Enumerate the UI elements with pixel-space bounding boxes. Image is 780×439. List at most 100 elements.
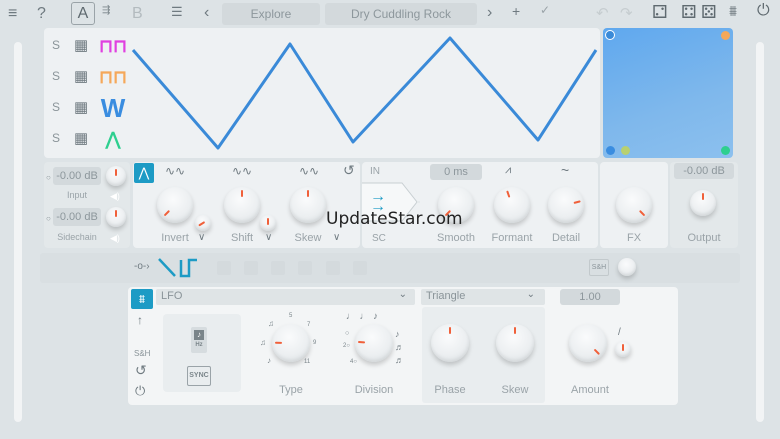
xy-handle-blue[interactable]: [605, 30, 615, 40]
preset-a-button[interactable]: A: [71, 2, 95, 25]
knob-indicator: [307, 187, 309, 205]
invert-dropdown-icon[interactable]: ∨: [198, 232, 205, 243]
right-slider[interactable]: [756, 42, 764, 422]
save-preset-icon[interactable]: +: [512, 3, 520, 19]
speaker-icon[interactable]: ◀): [110, 191, 120, 202]
confirm-preset-icon[interactable]: ✓: [540, 3, 550, 17]
lfo-sh-label[interactable]: S&H: [134, 349, 150, 358]
sync-button[interactable]: SYNC: [187, 366, 211, 386]
xy-handle-yellow[interactable]: [621, 146, 630, 155]
formant-knob[interactable]: [494, 187, 530, 223]
xy-handle-orange[interactable]: [721, 31, 730, 40]
shape-dropdown[interactable]: Triangle ⌄: [421, 289, 545, 305]
sync-mode-panel: ♪ Hz SYNC: [163, 314, 241, 392]
reset-icon[interactable]: ↺: [343, 162, 355, 179]
hz-toggle[interactable]: ♪ Hz: [191, 327, 207, 353]
amount-knob[interactable]: [569, 324, 607, 362]
next-preset-button[interactable]: ›: [487, 4, 492, 22]
invert-mini-knob[interactable]: [195, 215, 211, 231]
skew-knob[interactable]: [290, 187, 326, 223]
undo-icon[interactable]: ↶: [596, 4, 609, 22]
lfo-source-dropdown[interactable]: LFO ⌄: [156, 289, 415, 305]
input-gain-knob[interactable]: [106, 166, 126, 186]
shift-mini-knob[interactable]: [260, 215, 276, 231]
dice-four-icon[interactable]: ⚃: [681, 2, 697, 23]
phase-knob[interactable]: [431, 324, 469, 362]
category-selector[interactable]: Explore: [222, 3, 320, 25]
mod-depth-knob[interactable]: [618, 258, 636, 276]
preset-b-button[interactable]: B: [132, 5, 143, 23]
xy-handle-blue-2[interactable]: [606, 146, 615, 155]
knob-indicator: [196, 222, 204, 228]
sidechain-speaker-icon[interactable]: ◀): [110, 233, 120, 244]
fx-label: FX: [626, 232, 642, 244]
knob-indicator: [622, 341, 624, 351]
sidechain-label: Sidechain: [57, 232, 97, 242]
amount-label: Amount: [571, 384, 609, 396]
amount-value[interactable]: 1.00: [560, 289, 620, 305]
mod-slot-1[interactable]: [217, 261, 231, 275]
knob-indicator: [267, 215, 269, 225]
mod-slot-6[interactable]: [353, 261, 367, 275]
mod-connect-icon[interactable]: -o-›: [134, 261, 150, 272]
up-arrow-icon[interactable]: ↑: [137, 313, 143, 327]
mod-slot-4[interactable]: [298, 261, 312, 275]
mod-slot-5[interactable]: [326, 261, 340, 275]
power-icon[interactable]: ⏻: [757, 2, 770, 20]
shift-knob[interactable]: [224, 187, 260, 223]
knob-indicator: [514, 324, 516, 343]
input-gain-field[interactable]: -0.00 dB: [53, 167, 101, 185]
mod-slot-3[interactable]: [271, 261, 285, 275]
dice-icon[interactable]: ⚁: [652, 2, 668, 23]
lfo-power-icon[interactable]: ⏻: [135, 383, 145, 399]
detail-knob[interactable]: [548, 187, 584, 223]
whole-note-icon: ○: [345, 330, 350, 337]
waveform-display[interactable]: [44, 28, 600, 158]
mod-shapes-icon[interactable]: [157, 256, 209, 280]
knob-indicator: [505, 188, 513, 206]
preset-list-icon[interactable]: ☰: [171, 4, 183, 20]
redo-icon[interactable]: ↷: [620, 4, 633, 22]
help-button[interactable]: ?: [37, 5, 46, 23]
waveform-line: [131, 36, 598, 150]
lfo-routing-icon[interactable]: ⩩: [131, 289, 153, 309]
left-slider[interactable]: [14, 42, 22, 422]
knob-indicator: [633, 204, 647, 218]
output-gain-field[interactable]: -0.00 dB: [674, 163, 734, 179]
invert-knob[interactable]: [157, 187, 193, 223]
amount-mini-knob[interactable]: [615, 341, 631, 357]
type-tick-9: 9: [313, 340, 317, 346]
eighth-note-icon: ♪: [267, 356, 271, 365]
in-label[interactable]: IN: [370, 166, 380, 177]
prev-preset-button[interactable]: ‹: [204, 4, 209, 22]
xy-pad[interactable]: [603, 28, 733, 158]
knob-indicator: [449, 324, 451, 343]
amount-curve-icon: /: [618, 327, 621, 338]
type-tick-5: 5: [289, 313, 293, 319]
lfo-skew-knob[interactable]: [496, 324, 534, 362]
eighth-notes-icon: ♫: [260, 338, 266, 347]
sidechain-gain-field[interactable]: -0.00 dB: [53, 208, 101, 226]
sidechain-dot-icon: ○: [46, 214, 51, 223]
fx-knob[interactable]: [616, 187, 652, 223]
routing-icon[interactable]: ⩩: [729, 3, 737, 20]
menu-icon[interactable]: ≡: [8, 5, 17, 23]
sc-label[interactable]: SC: [372, 233, 386, 244]
mod-sh-button[interactable]: S&H: [589, 259, 609, 276]
copy-a-to-b-icon[interactable]: ⇶: [102, 5, 120, 21]
output-knob[interactable]: [690, 190, 716, 216]
sidechain-gain-knob[interactable]: [106, 207, 126, 227]
envelope-mode-icon[interactable]: ⋀: [134, 163, 154, 183]
division-short-notes-icon: ♪ ♬ ♬: [395, 329, 404, 365]
division-knob[interactable]: [355, 324, 393, 362]
mod-slot-2[interactable]: [244, 261, 258, 275]
skew-dropdown-icon[interactable]: ∨: [333, 232, 340, 243]
smooth-label: Smooth: [437, 232, 475, 244]
lfo-reset-icon[interactable]: ↺: [135, 362, 147, 379]
smooth-value[interactable]: 0 ms: [430, 164, 482, 180]
preset-name-selector[interactable]: Dry Cuddling Rock: [325, 3, 477, 25]
xy-handle-green[interactable]: [721, 146, 730, 155]
dice-pair-icon[interactable]: ⚄: [701, 2, 717, 23]
shift-dropdown-icon[interactable]: ∨: [265, 232, 272, 243]
type-knob[interactable]: [272, 324, 310, 362]
